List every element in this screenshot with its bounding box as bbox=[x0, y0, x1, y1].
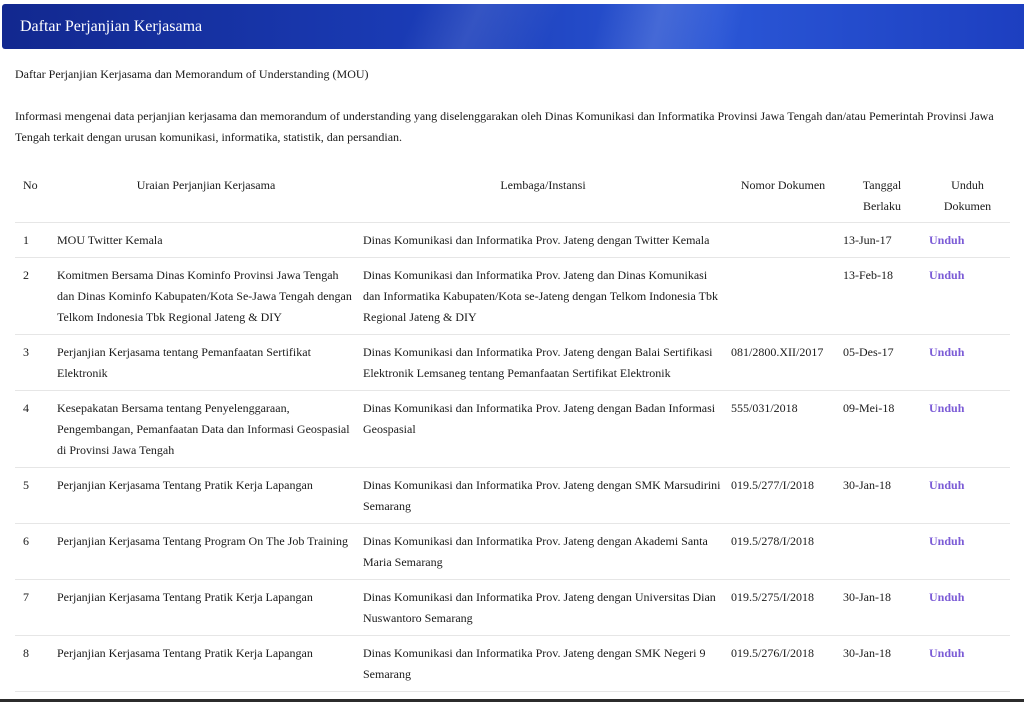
cell-tanggal: 13-Feb-18 bbox=[839, 257, 925, 335]
cell-no: 4 bbox=[15, 390, 53, 468]
cell-nomor: 019.5/275/I/2018 bbox=[727, 579, 839, 636]
column-header-unduh: Unduh Dokumen bbox=[925, 168, 1010, 223]
table-row: 1 MOU Twitter Kemala Dinas Komunikasi dan … bbox=[15, 222, 1010, 258]
cell-uraian: Perjanjian Kerjasama tentang Pemanfaatan… bbox=[53, 334, 359, 391]
download-link[interactable]: Unduh bbox=[929, 478, 964, 492]
column-header-nomor: Nomor Dokumen bbox=[727, 168, 839, 223]
cell-lembaga: Dinas Komunikasi dan Informatika Prov. J… bbox=[359, 257, 727, 335]
cell-uraian: Kesepakatan Bersama tentang Penyelenggar… bbox=[53, 390, 359, 468]
table-row: 4 Kesepakatan Bersama tentang Penyelengga… bbox=[15, 390, 1010, 468]
cell-tanggal: 30-Jan-18 bbox=[839, 579, 925, 636]
cell-tanggal: 13-Jun-17 bbox=[839, 222, 925, 258]
column-header-lembaga: Lembaga/Instansi bbox=[359, 168, 727, 223]
cell-uraian: Perjanjian Kerjasama Tentang Pratik Kerj… bbox=[53, 579, 359, 636]
download-link[interactable]: Unduh bbox=[929, 401, 964, 415]
cell-nomor: 555/031/2018 bbox=[727, 390, 839, 468]
cell-tanggal: 30-Jan-18 bbox=[839, 467, 925, 524]
cell-lembaga: Dinas Komunikasi dan Informatika Prov. J… bbox=[359, 390, 727, 468]
cell-uraian: Perjanjian Kerjasama Tentang Pratik Kerj… bbox=[53, 467, 359, 524]
cell-lembaga: Dinas Komunikasi dan Informatika Prov. J… bbox=[359, 334, 727, 391]
page-header: Daftar Perjanjian Kerjasama bbox=[2, 4, 1024, 49]
cell-unduh: Unduh bbox=[925, 390, 1010, 468]
table-row: 6 Perjanjian Kerjasama Tentang Program On… bbox=[15, 523, 1010, 580]
cell-tanggal: 05-Des-17 bbox=[839, 334, 925, 391]
cell-lembaga: Dinas Komunikasi dan Informatika Prov. J… bbox=[359, 467, 727, 524]
column-header-uraian: Uraian Perjanjian Kerjasama bbox=[53, 168, 359, 223]
cell-no: 6 bbox=[15, 523, 53, 580]
download-link[interactable]: Unduh bbox=[929, 345, 964, 359]
page: Daftar Perjanjian Kerjasama Daftar Perja… bbox=[0, 0, 1024, 702]
agreements-table: No Uraian Perjanjian Kerjasama Lembaga/I… bbox=[15, 168, 1010, 692]
cell-no: 1 bbox=[15, 222, 53, 258]
download-link[interactable]: Unduh bbox=[929, 534, 964, 548]
cell-lembaga: Dinas Komunikasi dan Informatika Prov. J… bbox=[359, 579, 727, 636]
cell-unduh: Unduh bbox=[925, 334, 1010, 391]
table-row: 8 Perjanjian Kerjasama Tentang Pratik Ker… bbox=[15, 635, 1010, 692]
cell-no: 7 bbox=[15, 579, 53, 636]
section-subtitle: Daftar Perjanjian Kerjasama dan Memorand… bbox=[15, 67, 369, 81]
table-row: 3 Perjanjian Kerjasama tentang Pemanfaata… bbox=[15, 334, 1010, 391]
table-row: 2 Komitmen Bersama Dinas Kominfo Provinsi… bbox=[15, 257, 1010, 335]
cell-uraian: Perjanjian Kerjasama Tentang Pratik Kerj… bbox=[53, 635, 359, 692]
table-header-row: No Uraian Perjanjian Kerjasama Lembaga/I… bbox=[15, 168, 1010, 223]
download-link[interactable]: Unduh bbox=[929, 268, 964, 282]
cell-unduh: Unduh bbox=[925, 635, 1010, 692]
cell-nomor bbox=[727, 257, 839, 335]
table-row: 5 Perjanjian Kerjasama Tentang Pratik Ker… bbox=[15, 467, 1010, 524]
cell-nomor: 019.5/278/I/2018 bbox=[727, 523, 839, 580]
download-link[interactable]: Unduh bbox=[929, 590, 964, 604]
cell-tanggal: 30-Jan-18 bbox=[839, 635, 925, 692]
cell-unduh: Unduh bbox=[925, 222, 1010, 258]
cell-lembaga: Dinas Komunikasi dan Informatika Prov. J… bbox=[359, 635, 727, 692]
cell-no: 2 bbox=[15, 257, 53, 335]
cell-unduh: Unduh bbox=[925, 579, 1010, 636]
cell-lembaga: Dinas Komunikasi dan Informatika Prov. J… bbox=[359, 222, 727, 258]
cell-nomor: 019.5/277/I/2018 bbox=[727, 467, 839, 524]
cell-no: 8 bbox=[15, 635, 53, 692]
cell-nomor: 019.5/276/I/2018 bbox=[727, 635, 839, 692]
cell-tanggal bbox=[839, 523, 925, 580]
cell-uraian: Komitmen Bersama Dinas Kominfo Provinsi … bbox=[53, 257, 359, 335]
cell-uraian: Perjanjian Kerjasama Tentang Program On … bbox=[53, 523, 359, 580]
column-header-tanggal: Tanggal Berlaku bbox=[839, 168, 925, 223]
cell-unduh: Unduh bbox=[925, 467, 1010, 524]
cell-no: 5 bbox=[15, 467, 53, 524]
table-body: 1 MOU Twitter Kemala Dinas Komunikasi dan … bbox=[15, 222, 1010, 692]
cell-uraian: MOU Twitter Kemala bbox=[53, 222, 359, 258]
cell-lembaga: Dinas Komunikasi dan Informatika Prov. J… bbox=[359, 523, 727, 580]
intro-paragraph: Informasi mengenai data perjanjian kerja… bbox=[15, 109, 994, 144]
download-link[interactable]: Unduh bbox=[929, 233, 964, 247]
table-row: 7 Perjanjian Kerjasama Tentang Pratik Ker… bbox=[15, 579, 1010, 636]
cell-no: 3 bbox=[15, 334, 53, 391]
download-link[interactable]: Unduh bbox=[929, 646, 964, 660]
cell-unduh: Unduh bbox=[925, 257, 1010, 335]
column-header-no: No bbox=[15, 168, 53, 223]
cell-unduh: Unduh bbox=[925, 523, 1010, 580]
page-title: Daftar Perjanjian Kerjasama bbox=[20, 17, 203, 35]
cell-tanggal: 09-Mei-18 bbox=[839, 390, 925, 468]
cell-nomor bbox=[727, 222, 839, 258]
cell-nomor: 081/2800.XII/2017 bbox=[727, 334, 839, 391]
